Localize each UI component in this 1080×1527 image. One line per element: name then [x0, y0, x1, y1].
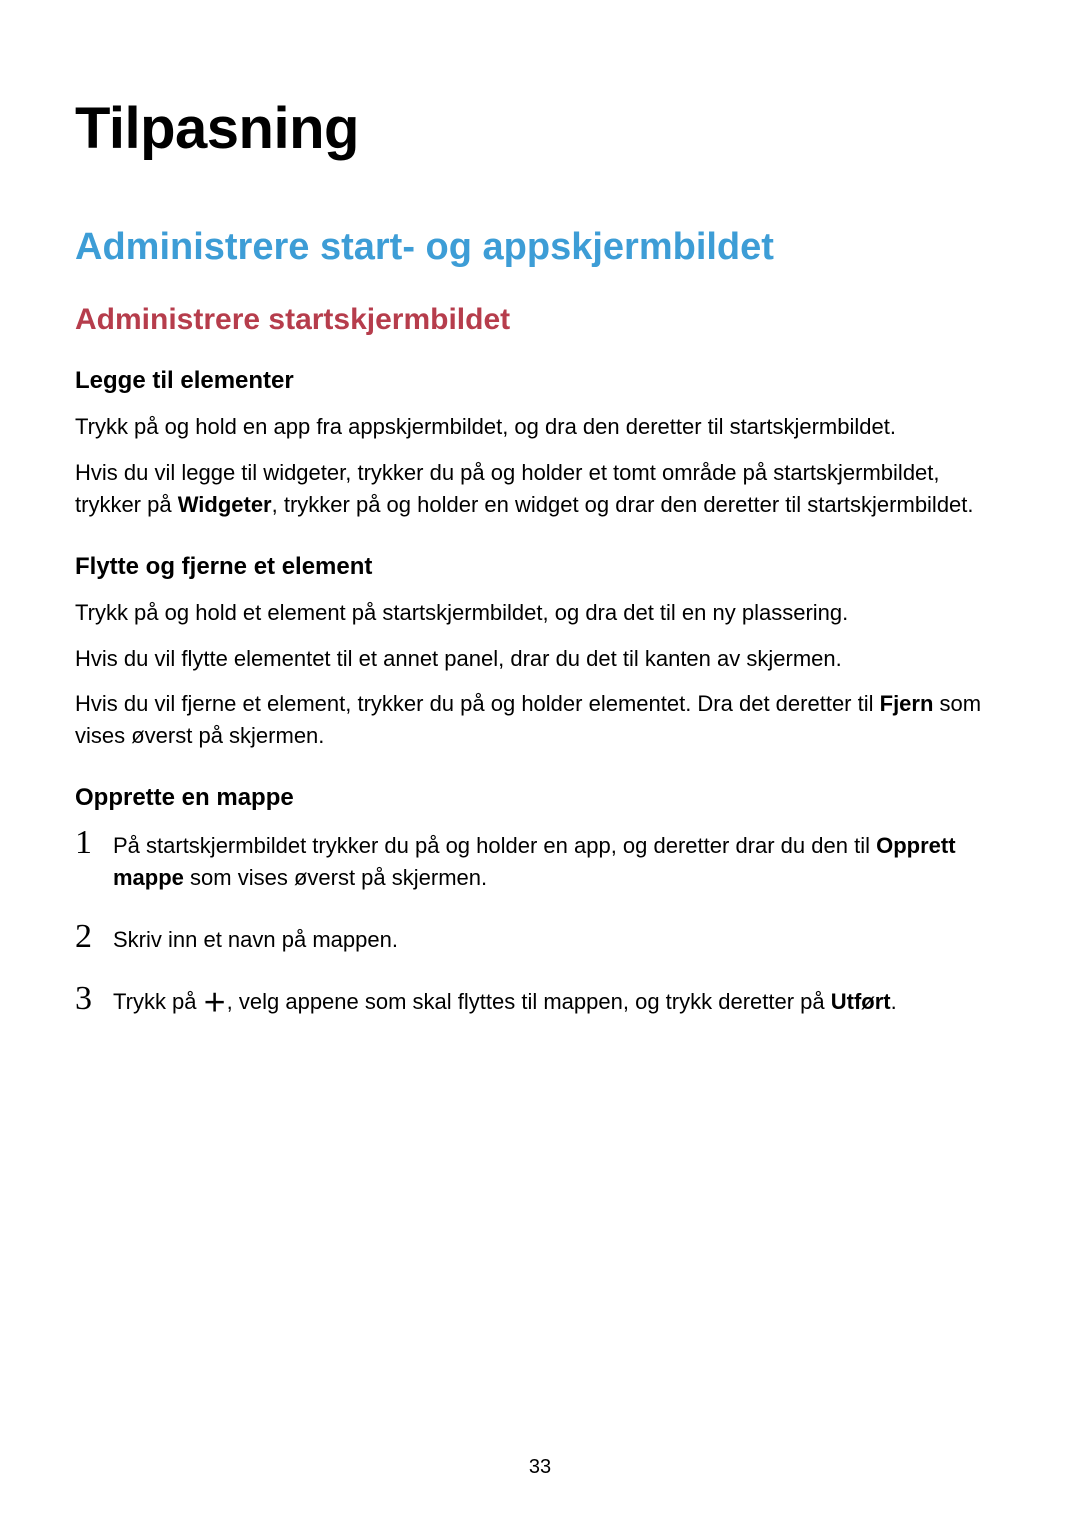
- move-remove-heading: Flytte og fjerne et element: [75, 553, 1005, 581]
- add-elements-heading: Legge til elementer: [75, 367, 1005, 395]
- subsection-title: Administrere startskjermbildet: [75, 303, 1005, 337]
- create-folder-block: Opprette en mappe 1 På startskjermbildet…: [75, 784, 1005, 1018]
- bold-text: Utført: [831, 989, 891, 1014]
- step-number: 2: [75, 920, 113, 954]
- bold-text: Widgeter: [178, 492, 272, 517]
- paragraph: Hvis du vil flytte elementet til et anne…: [75, 643, 1005, 675]
- paragraph: Trykk på og hold en app fra appskjermbil…: [75, 411, 1005, 443]
- steps-list: 1 På startskjermbildet trykker du på og …: [75, 828, 1005, 1018]
- add-elements-block: Legge til elementer Trykk på og hold en …: [75, 367, 1005, 521]
- paragraph: Hvis du vil legge til widgeter, trykker …: [75, 457, 1005, 521]
- page-number: 33: [0, 1456, 1080, 1479]
- plus-icon: ＋: [203, 992, 227, 1016]
- step-text: Skriv inn et navn på mappen.: [113, 922, 1005, 956]
- text-span: som vises øverst på skjermen.: [184, 865, 487, 890]
- step-text: Trykk på ＋, velg appene som skal flyttes…: [113, 984, 1005, 1018]
- page-title: Tilpasning: [75, 95, 1005, 162]
- move-remove-block: Flytte og fjerne et element Trykk på og …: [75, 553, 1005, 753]
- bold-text: Fjern: [880, 691, 934, 716]
- create-folder-heading: Opprette en mappe: [75, 784, 1005, 812]
- step-number: 1: [75, 826, 113, 860]
- paragraph: Trykk på og hold et element på startskje…: [75, 597, 1005, 629]
- text-span: .: [891, 989, 897, 1014]
- text-span: Trykk på: [113, 989, 203, 1014]
- text-span: Hvis du vil fjerne et element, trykker d…: [75, 691, 880, 716]
- step-item: 2 Skriv inn et navn på mappen.: [75, 922, 1005, 956]
- step-item: 1 På startskjermbildet trykker du på og …: [75, 828, 1005, 894]
- text-span: , trykker på og holder en widget og drar…: [272, 492, 974, 517]
- section-title: Administrere start- og appskjermbildet: [75, 226, 1005, 269]
- paragraph: Hvis du vil fjerne et element, trykker d…: [75, 688, 1005, 752]
- document-page: Tilpasning Administrere start- og appskj…: [0, 0, 1080, 1527]
- step-text: På startskjermbildet trykker du på og ho…: [113, 828, 1005, 894]
- step-item: 3 Trykk på ＋, velg appene som skal flytt…: [75, 984, 1005, 1018]
- text-span: , velg appene som skal flyttes til mappe…: [227, 989, 831, 1014]
- text-span: På startskjermbildet trykker du på og ho…: [113, 833, 876, 858]
- step-number: 3: [75, 982, 113, 1016]
